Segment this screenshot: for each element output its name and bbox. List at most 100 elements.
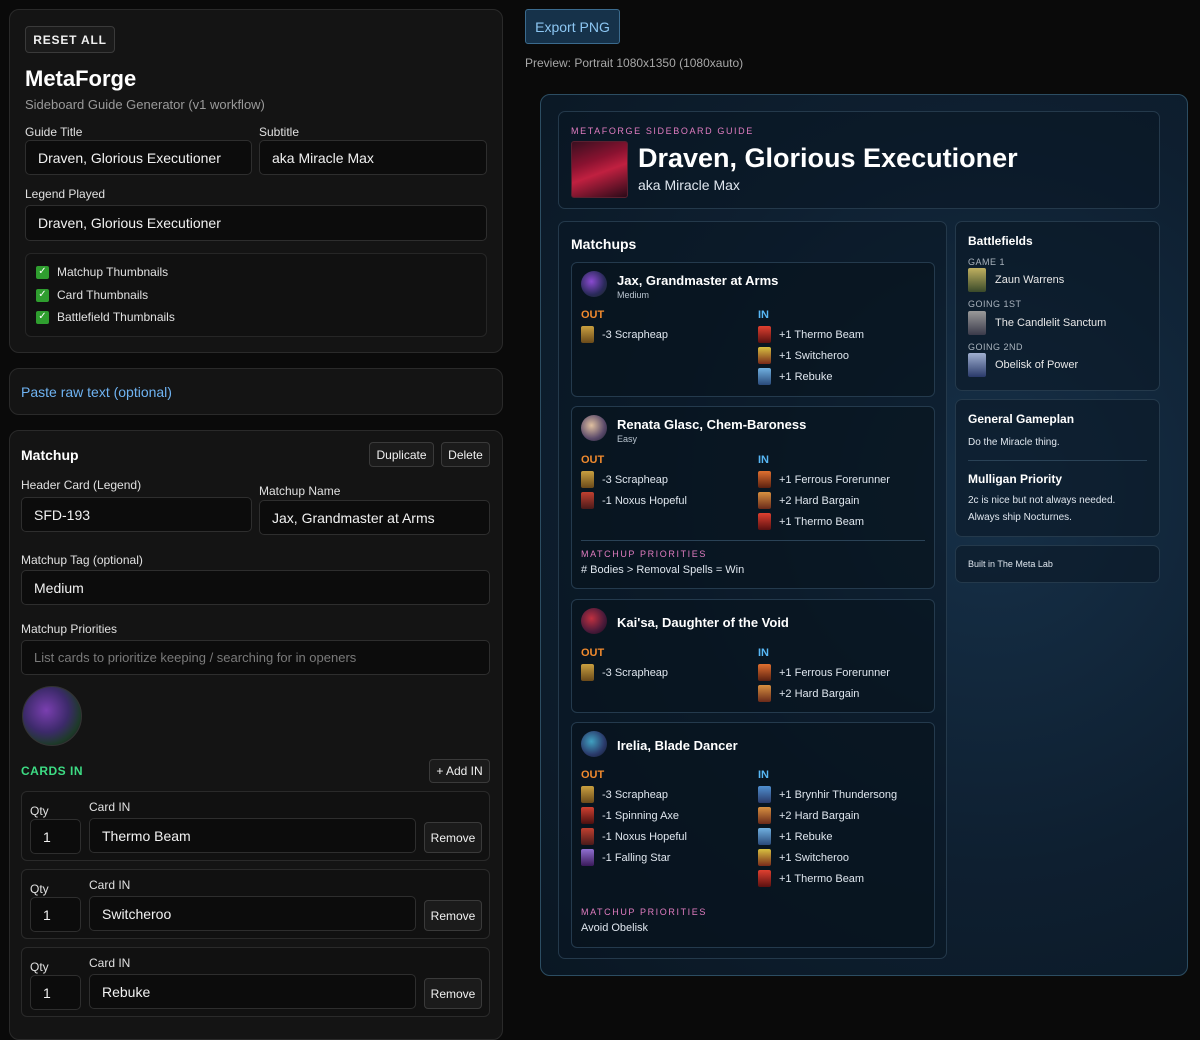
add-in-button[interactable]: + Add IN — [429, 759, 490, 783]
battlefield-thumbnail — [968, 311, 986, 335]
qty-label: Qty — [30, 882, 49, 896]
card-thumbnail — [758, 492, 771, 509]
card-thumbnails-checkbox[interactable]: ✓ Card Thumbnails — [36, 288, 148, 302]
card-in-row: Qty 1 Card IN Thermo Beam Remove — [21, 791, 490, 861]
matchup-avatar — [581, 415, 607, 441]
remove-button[interactable]: Remove — [424, 978, 482, 1009]
card-thumbnail — [758, 685, 771, 702]
out-card: -3 Scrapheap — [581, 326, 668, 343]
matchup-priorities-input[interactable]: List cards to prioritize keeping / searc… — [21, 640, 490, 675]
in-label: IN — [758, 309, 769, 321]
card-thumbnail — [758, 513, 771, 530]
card-thumbnail — [758, 347, 771, 364]
poster-subtitle: aka Miracle Max — [638, 177, 740, 193]
battlefield-thumbnail — [968, 353, 986, 377]
matchup-tag-label: Matchup Tag (optional) — [21, 553, 143, 567]
battlefield-item: Obelisk of Power — [968, 353, 1078, 377]
out-label: OUT — [581, 769, 605, 781]
card-thumbnail — [581, 664, 594, 681]
editor-pane: RESET ALL MetaForge Sideboard Guide Gene… — [0, 0, 512, 1040]
guide-title-label: Guide Title — [25, 125, 83, 139]
matchup-thumbnails-checkbox[interactable]: ✓ Matchup Thumbnails — [36, 265, 168, 279]
poster-kicker: METAFORGE SIDEBOARD GUIDE — [571, 126, 754, 136]
card-thumbnail — [758, 807, 771, 824]
out-card: -1 Falling Star — [581, 849, 670, 866]
out-card: -3 Scrapheap — [581, 786, 668, 803]
in-card: +1 Thermo Beam — [758, 326, 864, 343]
mulligan-line: 2c is nice but not always needed. — [968, 495, 1116, 506]
remove-button[interactable]: Remove — [424, 900, 482, 931]
remove-button[interactable]: Remove — [424, 822, 482, 853]
battlefield-thumbnails-checkbox[interactable]: ✓ Battlefield Thumbnails — [36, 310, 175, 324]
card-thumbnail — [581, 786, 594, 803]
duplicate-button[interactable]: Duplicate — [369, 442, 434, 467]
card-thumbnail — [581, 807, 594, 824]
paste-raw-toggle[interactable]: Paste raw text (optional) — [21, 384, 172, 400]
card-thumbnail — [758, 849, 771, 866]
check-icon: ✓ — [36, 265, 49, 279]
matchup-name-input[interactable]: Jax, Grandmaster at Arms — [259, 500, 490, 535]
card-thumbnail — [758, 828, 771, 845]
matchup-name: Irelia, Blade Dancer — [617, 738, 738, 753]
priorities-label: MATCHUP PRIORITIES — [581, 549, 707, 559]
matchup-priorities-label: Matchup Priorities — [21, 622, 118, 636]
gameplan-section: General Gameplan Do the Miracle thing. M… — [955, 399, 1160, 537]
in-card: +1 Brynhir Thundersong — [758, 786, 897, 803]
battlefield-caption: GOING 2ND — [968, 342, 1024, 352]
battlefield-thumbnail — [968, 268, 986, 292]
matchup-card: Jax, Grandmaster at Arms Medium OUT IN -… — [571, 262, 935, 397]
qty-label: Qty — [30, 804, 49, 818]
in-card: +1 Ferrous Forerunner — [758, 471, 890, 488]
delete-button[interactable]: Delete — [441, 442, 490, 467]
card-in-input[interactable]: Thermo Beam — [89, 818, 416, 853]
gameplan-text: Do the Miracle thing. — [968, 437, 1060, 448]
matchup-name: Jax, Grandmaster at Arms — [617, 273, 779, 288]
app-title: MetaForge — [25, 66, 137, 91]
paste-raw-panel[interactable]: Paste raw text (optional) — [9, 368, 503, 415]
card-in-label: Card IN — [89, 800, 131, 814]
divider — [581, 540, 925, 541]
card-thumbnail — [758, 368, 771, 385]
legend-input[interactable]: Draven, Glorious Executioner — [25, 205, 487, 241]
out-card: -3 Scrapheap — [581, 664, 668, 681]
matchup-tag-input[interactable]: Medium — [21, 570, 490, 605]
check-icon: ✓ — [36, 288, 49, 302]
in-card: +2 Hard Bargain — [758, 807, 859, 824]
subtitle-input[interactable]: aka Miracle Max — [259, 140, 487, 175]
subtitle-label: Subtitle — [259, 125, 300, 139]
in-card: +1 Ferrous Forerunner — [758, 664, 890, 681]
card-in-input[interactable]: Rebuke — [89, 974, 416, 1009]
out-card: -1 Spinning Axe — [581, 807, 679, 824]
in-card: +1 Rebuke — [758, 828, 833, 845]
matchup-tag: Medium — [617, 290, 650, 300]
qty-label: Qty — [30, 960, 49, 974]
card-thumbnail — [758, 471, 771, 488]
battlefields-section: Battlefields GAME 1 Zaun Warrens GOING 1… — [955, 221, 1160, 391]
qty-input[interactable]: 1 — [30, 819, 81, 854]
out-card: -1 Noxus Hopeful — [581, 828, 687, 845]
matchup-avatar — [581, 731, 607, 757]
mulligan-line: Always ship Nocturnes. — [968, 512, 1072, 523]
qty-input[interactable]: 1 — [30, 897, 81, 932]
in-label: IN — [758, 647, 769, 659]
guide-title-input[interactable]: Draven, Glorious Executioner — [25, 140, 252, 175]
qty-input[interactable]: 1 — [30, 975, 81, 1010]
footer-text: Built in The Meta Lab — [968, 559, 1053, 569]
card-in-input[interactable]: Switcheroo — [89, 896, 416, 931]
legend-label: Legend Played — [25, 187, 106, 201]
out-label: OUT — [581, 309, 605, 321]
in-label: IN — [758, 454, 769, 466]
out-card: -3 Scrapheap — [581, 471, 668, 488]
reset-all-button[interactable]: RESET ALL — [25, 26, 115, 53]
card-thumbnail — [581, 492, 594, 509]
battlefield-caption: GOING 1ST — [968, 299, 1022, 309]
footer-section: Built in The Meta Lab — [955, 545, 1160, 583]
battlefield-item: Zaun Warrens — [968, 268, 1064, 292]
export-png-button[interactable]: Export PNG — [525, 9, 620, 44]
header-card-input[interactable]: SFD-193 — [21, 497, 252, 532]
matchup-priorities-text: Avoid Obelisk — [581, 922, 649, 934]
card-thumbnail — [758, 786, 771, 803]
card-thumbnail — [581, 326, 594, 343]
gameplan-title: General Gameplan — [968, 412, 1075, 426]
out-label: OUT — [581, 647, 605, 659]
